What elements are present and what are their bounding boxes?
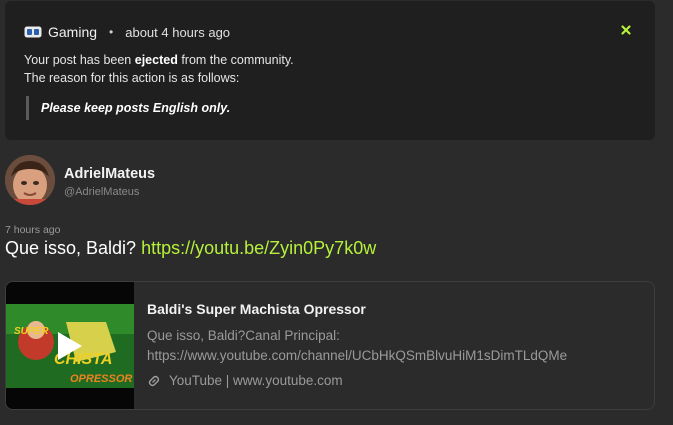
notice-reason-intro: The reason for this action is as follows… (24, 71, 240, 85)
post-author[interactable]: AdrielMateus (64, 166, 155, 182)
link-icon (147, 374, 161, 388)
reason-quote: Please keep posts English only. (26, 96, 230, 120)
reason-text: Please keep posts English only. (41, 101, 231, 115)
svg-text:SUPER: SUPER (14, 326, 49, 337)
moderation-notice: Gaming • about 4 hours ago Your post has… (5, 1, 655, 140)
embed-title[interactable]: Baldi's Super Machista Opressor (147, 301, 366, 317)
post-text: Que isso, Baldi? (5, 238, 142, 258)
notice-header: Gaming • about 4 hours ago (24, 24, 230, 40)
video-thumbnail[interactable]: CHISTA OPRESSOR SUPER (6, 282, 134, 409)
notice-text-pre: Your post has been (24, 53, 135, 67)
separator-dot: • (109, 25, 114, 39)
community-name[interactable]: Gaming (48, 24, 97, 40)
close-icon[interactable] (619, 23, 633, 37)
gamepad-icon (24, 26, 42, 38)
embed-source-text: YouTube | www.youtube.com (169, 373, 343, 388)
notice-text-post: from the community. (177, 53, 294, 67)
embed-desc-line: https://www.youtube.com/channel/UCbHkQSm… (147, 348, 568, 363)
link-embed-card[interactable]: CHISTA OPRESSOR SUPER Baldi's Super Mach… (5, 281, 655, 410)
svg-text:OPRESSOR: OPRESSOR (70, 373, 132, 385)
embed-source[interactable]: YouTube | www.youtube.com (147, 373, 343, 388)
notice-time: about 4 hours ago (125, 24, 231, 40)
embed-description: Que isso, Baldi?Canal Principal: https:/… (147, 326, 619, 366)
notice-text-bold: ejected (134, 53, 178, 67)
embed-desc-line: Que isso, Baldi?Canal Principal: (147, 328, 340, 343)
post-link[interactable]: https://youtu.be/Zyin0Py7k0w (141, 238, 376, 258)
post-time: 7 hours ago (5, 224, 61, 236)
post-body: Que isso, Baldi? https://youtu.be/Zyin0P… (5, 238, 376, 259)
notice-message: Your post has been ejected from the comm… (24, 53, 294, 67)
post-handle[interactable]: @AdrielMateus (64, 186, 139, 198)
avatar[interactable] (5, 155, 55, 205)
